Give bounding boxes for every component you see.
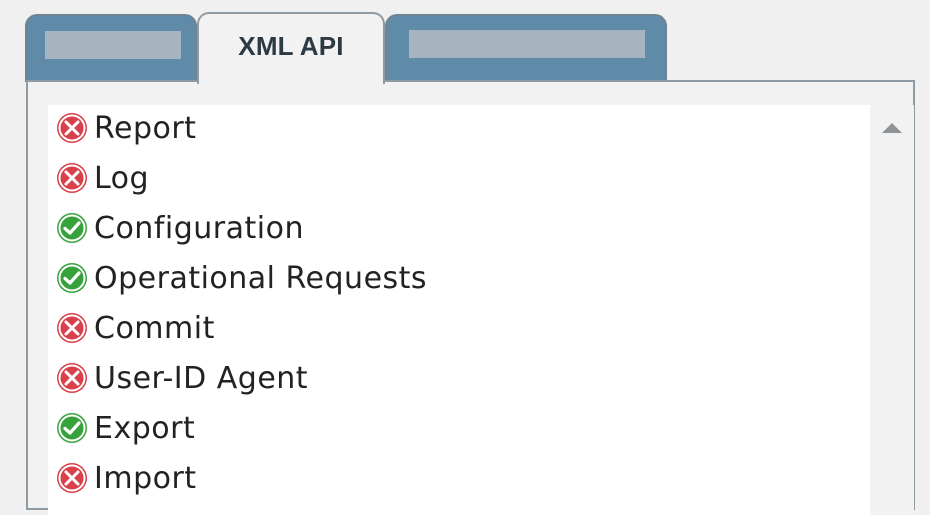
permission-label: Log [94, 160, 150, 196]
list-item-export[interactable]: Export [54, 405, 854, 451]
permission-label: Report [94, 110, 197, 146]
red-x-circle-icon[interactable] [54, 160, 90, 196]
tab-redacted-right[interactable] [385, 14, 667, 82]
redacted-tab-label [409, 30, 645, 58]
permission-label: Import [94, 460, 197, 496]
tab-redacted-left[interactable] [25, 14, 197, 82]
xml-api-panel: Report Log Configuration Operational Req… [26, 80, 915, 515]
permission-label: Configuration [94, 210, 304, 246]
green-check-circle-icon[interactable] [54, 260, 90, 296]
list-item-user-id-agent[interactable]: User-ID Agent [54, 355, 854, 401]
tab-bar: XML API [0, 0, 930, 84]
red-x-circle-icon[interactable] [54, 310, 90, 346]
tab-xml-api[interactable]: XML API [197, 12, 385, 84]
list-item-operational-requests[interactable]: Operational Requests [54, 255, 854, 301]
red-x-circle-icon[interactable] [54, 110, 90, 146]
list-item-commit[interactable]: Commit [54, 305, 854, 351]
permission-label: User-ID Agent [94, 360, 309, 396]
red-x-circle-icon[interactable] [54, 360, 90, 396]
list-item-import[interactable]: Import [54, 455, 854, 501]
permission-list[interactable]: Report Log Configuration Operational Req… [48, 105, 870, 515]
permission-label: Export [94, 410, 196, 446]
red-x-circle-icon[interactable] [54, 460, 90, 496]
vertical-scrollbar[interactable] [870, 105, 914, 515]
tab-label: XML API [238, 31, 344, 61]
permission-label: Operational Requests [94, 260, 428, 296]
scroll-up-arrow-icon[interactable] [882, 123, 902, 133]
list-item-report[interactable]: Report [54, 105, 854, 151]
permission-label: Commit [94, 310, 215, 346]
list-item-log[interactable]: Log [54, 155, 854, 201]
green-check-circle-icon[interactable] [54, 210, 90, 246]
redacted-tab-label [45, 31, 181, 59]
green-check-circle-icon[interactable] [54, 410, 90, 446]
list-item-configuration[interactable]: Configuration [54, 205, 854, 251]
